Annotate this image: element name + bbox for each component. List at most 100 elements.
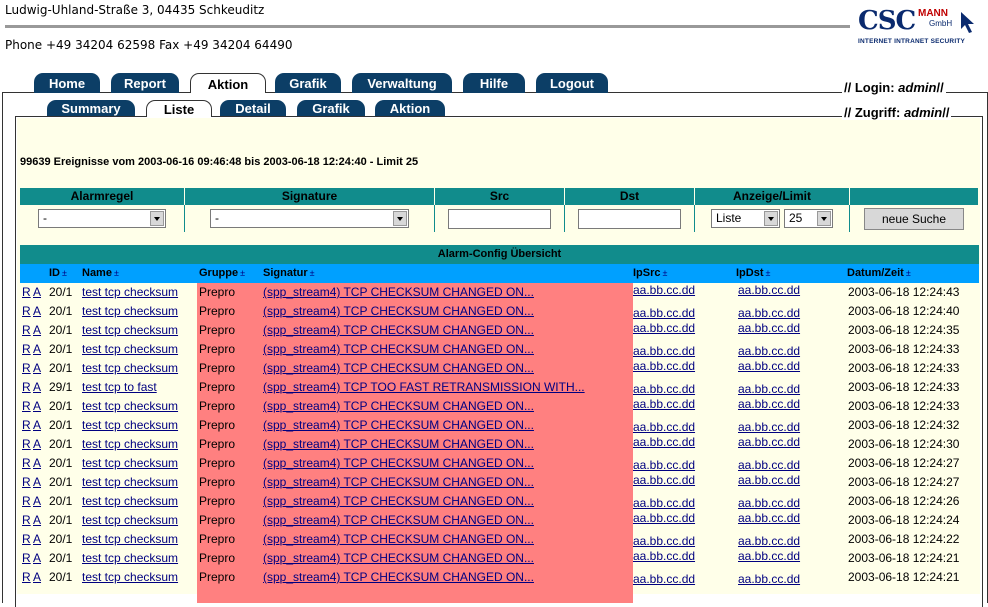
row-ipsrc-link[interactable]: aa.bb.cc.dd: [633, 397, 695, 411]
row-name-link[interactable]: test tcp checksum: [82, 532, 178, 546]
review-link[interactable]: R: [22, 285, 31, 299]
tab-logout[interactable]: Logout: [536, 73, 608, 93]
row-name-link[interactable]: test tcp checksum: [82, 399, 178, 413]
row-name-link[interactable]: test tcp checksum: [82, 513, 178, 527]
row-ipsrc-link[interactable]: aa.bb.cc.dd: [633, 283, 695, 297]
col-name[interactable]: Name ±: [82, 264, 119, 283]
ack-link[interactable]: A: [33, 532, 41, 546]
ack-link[interactable]: A: [33, 456, 41, 470]
ack-link[interactable]: A: [33, 418, 41, 432]
col-gruppe[interactable]: Gruppe ±: [199, 264, 245, 283]
row-ipsrc-link[interactable]: aa.bb.cc.dd: [633, 511, 695, 525]
row-ipdst-link[interactable]: aa.bb.cc.dd: [738, 306, 800, 320]
row-ipdst-link[interactable]: aa.bb.cc.dd: [738, 382, 800, 396]
sort-icon[interactable]: ±: [114, 268, 119, 278]
row-ipsrc-link[interactable]: aa.bb.cc.dd: [633, 473, 695, 487]
col-ipsrc[interactable]: IpSrc ±: [633, 264, 667, 283]
col-id[interactable]: ID ±: [49, 264, 67, 283]
row-signature-link[interactable]: (spp_stream4) TCP CHECKSUM CHANGED ON...: [263, 342, 534, 356]
row-name-link[interactable]: test tcp checksum: [82, 361, 178, 375]
row-ipsrc-link[interactable]: aa.bb.cc.dd: [633, 306, 695, 320]
row-signature-link[interactable]: (spp_stream4) TCP CHECKSUM CHANGED ON...: [263, 285, 534, 299]
ack-link[interactable]: A: [33, 304, 41, 318]
review-link[interactable]: R: [22, 532, 31, 546]
row-ipdst-link[interactable]: aa.bb.cc.dd: [738, 435, 800, 449]
sort-icon[interactable]: ±: [766, 268, 771, 278]
row-signature-link[interactable]: (spp_stream4) TCP CHECKSUM CHANGED ON...: [263, 570, 534, 584]
row-signature-link[interactable]: (spp_stream4) TCP CHECKSUM CHANGED ON...: [263, 323, 534, 337]
row-name-link[interactable]: test tcp checksum: [82, 494, 178, 508]
review-link[interactable]: R: [22, 399, 31, 413]
row-ipsrc-link[interactable]: aa.bb.cc.dd: [633, 344, 695, 358]
row-name-link[interactable]: test tcp checksum: [82, 570, 178, 584]
sort-icon[interactable]: ±: [240, 268, 245, 278]
row-ipdst-link[interactable]: aa.bb.cc.dd: [738, 496, 800, 510]
row-signature-link[interactable]: (spp_stream4) TCP CHECKSUM CHANGED ON...: [263, 513, 534, 527]
row-ipdst-link[interactable]: aa.bb.cc.dd: [738, 511, 800, 525]
tab-grafik[interactable]: Grafik: [275, 73, 341, 93]
ack-link[interactable]: A: [33, 437, 41, 451]
row-ipsrc-link[interactable]: aa.bb.cc.dd: [633, 382, 695, 396]
row-name-link[interactable]: test tcp checksum: [82, 323, 178, 337]
row-ipdst-link[interactable]: aa.bb.cc.dd: [738, 458, 800, 472]
review-link[interactable]: R: [22, 418, 31, 432]
ack-link[interactable]: A: [33, 570, 41, 584]
tab-home[interactable]: Home: [34, 73, 100, 93]
row-signature-link[interactable]: (spp_stream4) TCP CHECKSUM CHANGED ON...: [263, 418, 534, 432]
sort-icon[interactable]: ±: [906, 268, 911, 278]
review-link[interactable]: R: [22, 323, 31, 337]
row-ipsrc-link[interactable]: aa.bb.cc.dd: [633, 359, 695, 373]
ack-link[interactable]: A: [33, 342, 41, 356]
col-signatur[interactable]: Signatur ±: [263, 264, 315, 283]
tab-hilfe[interactable]: Hilfe: [463, 73, 525, 93]
src-input[interactable]: [448, 209, 551, 229]
tab-verwaltung[interactable]: Verwaltung: [352, 73, 452, 93]
row-name-link[interactable]: test tcp checksum: [82, 437, 178, 451]
row-name-link[interactable]: test tcp to fast: [82, 380, 157, 394]
tab-aktion[interactable]: Aktion: [190, 73, 266, 93]
row-ipdst-link[interactable]: aa.bb.cc.dd: [738, 344, 800, 358]
row-signature-link[interactable]: (spp_stream4) TCP CHECKSUM CHANGED ON...: [263, 532, 534, 546]
row-name-link[interactable]: test tcp checksum: [82, 456, 178, 470]
ack-link[interactable]: A: [33, 380, 41, 394]
review-link[interactable]: R: [22, 513, 31, 527]
ack-link[interactable]: A: [33, 494, 41, 508]
row-signature-link[interactable]: (spp_stream4) TCP CHECKSUM CHANGED ON...: [263, 361, 534, 375]
sort-icon[interactable]: ±: [663, 268, 668, 278]
subtab-summary[interactable]: Summary: [47, 100, 135, 116]
tab-report[interactable]: Report: [111, 73, 179, 93]
row-name-link[interactable]: test tcp checksum: [82, 475, 178, 489]
row-ipdst-link[interactable]: aa.bb.cc.dd: [738, 359, 800, 373]
row-signature-link[interactable]: (spp_stream4) TCP CHECKSUM CHANGED ON...: [263, 399, 534, 413]
row-ipdst-link[interactable]: aa.bb.cc.dd: [738, 549, 800, 563]
col-datum[interactable]: Datum/Zeit ±: [847, 264, 911, 283]
review-link[interactable]: R: [22, 361, 31, 375]
row-name-link[interactable]: test tcp checksum: [82, 304, 178, 318]
sort-icon[interactable]: ±: [310, 268, 315, 278]
row-ipsrc-link[interactable]: aa.bb.cc.dd: [633, 534, 695, 548]
sort-icon[interactable]: ±: [62, 268, 67, 278]
row-signature-link[interactable]: (spp_stream4) TCP CHECKSUM CHANGED ON...: [263, 437, 534, 451]
row-ipsrc-link[interactable]: aa.bb.cc.dd: [633, 435, 695, 449]
ack-link[interactable]: A: [33, 399, 41, 413]
row-ipdst-link[interactable]: aa.bb.cc.dd: [738, 473, 800, 487]
row-ipdst-link[interactable]: aa.bb.cc.dd: [738, 397, 800, 411]
review-link[interactable]: R: [22, 342, 31, 356]
review-link[interactable]: R: [22, 570, 31, 584]
row-name-link[interactable]: test tcp checksum: [82, 551, 178, 565]
row-ipsrc-link[interactable]: aa.bb.cc.dd: [633, 549, 695, 563]
review-link[interactable]: R: [22, 380, 31, 394]
dst-input[interactable]: [578, 209, 681, 229]
limit-select[interactable]: 25: [784, 209, 833, 228]
row-ipsrc-link[interactable]: aa.bb.cc.dd: [633, 420, 695, 434]
row-name-link[interactable]: test tcp checksum: [82, 342, 178, 356]
ack-link[interactable]: A: [33, 361, 41, 375]
row-ipsrc-link[interactable]: aa.bb.cc.dd: [633, 458, 695, 472]
row-name-link[interactable]: test tcp checksum: [82, 418, 178, 432]
row-signature-link[interactable]: (spp_stream4) TCP CHECKSUM CHANGED ON...: [263, 494, 534, 508]
row-signature-link[interactable]: (spp_stream4) TCP TOO FAST RETRANSMISSIO…: [263, 380, 585, 394]
row-signature-link[interactable]: (spp_stream4) TCP CHECKSUM CHANGED ON...: [263, 456, 534, 470]
ack-link[interactable]: A: [33, 475, 41, 489]
row-signature-link[interactable]: (spp_stream4) TCP CHECKSUM CHANGED ON...: [263, 304, 534, 318]
review-link[interactable]: R: [22, 494, 31, 508]
